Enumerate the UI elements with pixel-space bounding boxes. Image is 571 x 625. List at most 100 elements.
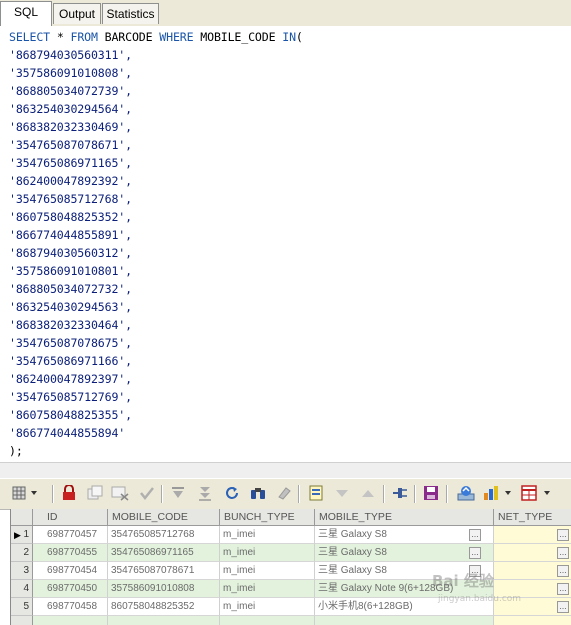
row-indicator[interactable]: ▶ 1 — [11, 526, 33, 544]
copy-icon[interactable] — [85, 483, 105, 503]
move-last-icon[interactable] — [195, 483, 215, 503]
table-cell-mobile-code[interactable] — [108, 616, 220, 625]
cell-ellipsis-button[interactable]: … — [557, 547, 569, 559]
grid-toolbar — [0, 478, 571, 510]
table-cell-bunch-type[interactable]: m_imei — [220, 526, 315, 544]
sql-value-line: '354765086971166', — [9, 354, 132, 368]
sql-table-name: BARCODE — [97, 30, 160, 44]
find-icon[interactable] — [248, 483, 268, 503]
sql-value-line: '357586091010801', — [9, 264, 132, 278]
column-header-bunch-type[interactable]: BUNCH_TYPE — [220, 509, 315, 526]
cell-ellipsis-button[interactable]: … — [557, 565, 569, 577]
sql-open-paren: ( — [295, 30, 303, 44]
sql-value-line: '354765087078671', — [9, 138, 132, 152]
table-cell-bunch-type[interactable] — [220, 616, 315, 625]
column-header-mobile-type[interactable]: MOBILE_TYPE — [315, 509, 494, 526]
table-cell-mobile-code[interactable]: 860758048825352 — [108, 598, 220, 616]
sql-value-line: '860758048825352', — [9, 210, 132, 224]
chart-icon[interactable] — [481, 483, 515, 503]
cell-ellipsis-button[interactable]: … — [557, 529, 569, 541]
sql-star: * — [49, 30, 71, 44]
row-number: 4 — [23, 583, 29, 594]
pane-splitter[interactable] — [0, 462, 571, 479]
table-cell-net-type[interactable] — [494, 616, 571, 625]
toolbar-separator — [446, 485, 448, 503]
sql-value-line: '860758048825355', — [9, 408, 132, 422]
filter-up-icon[interactable] — [358, 483, 378, 503]
grid-options-icon[interactable] — [10, 483, 40, 503]
row-indicator[interactable]: 5 — [11, 598, 33, 616]
table-cell-id[interactable]: 698770455 — [33, 544, 108, 562]
sql-value-line: '868805034072739', — [9, 84, 132, 98]
watermark-url: jingyan.baidu.com — [438, 594, 522, 604]
table-cell-bunch-type[interactable]: m_imei — [220, 544, 315, 562]
table-cell-bunch-type[interactable]: m_imei — [220, 580, 315, 598]
sql-value-line: '866774044855891', — [9, 228, 132, 242]
paste-icon[interactable] — [110, 483, 130, 503]
sql-value-line: '354765085712768', — [9, 192, 132, 206]
tab-output[interactable]: Output — [53, 3, 101, 24]
column-header-mobile-code[interactable]: MOBILE_CODE — [108, 509, 220, 526]
toolbar-separator — [298, 485, 300, 503]
column-header-net-type[interactable]: NET_TYPE — [494, 509, 571, 526]
row-indicator[interactable]: 2 — [11, 544, 33, 562]
table-cell-id[interactable]: 698770457 — [33, 526, 108, 544]
export-icon[interactable] — [306, 483, 326, 503]
lock-icon[interactable] — [59, 483, 79, 503]
table-cell-mobile-type[interactable] — [315, 616, 494, 625]
table-cell-mobile-type[interactable]: 三星 Galaxy S8 — [315, 544, 494, 562]
filter-down-icon[interactable] — [332, 483, 352, 503]
toolbar-separator — [383, 485, 385, 503]
sql-editor[interactable]: SELECT * FROM BARCODE WHERE MOBILE_CODE … — [0, 26, 571, 463]
table-cell-bunch-type[interactable]: m_imei — [220, 562, 315, 580]
move-down-icon[interactable] — [168, 483, 188, 503]
refresh-icon[interactable] — [222, 483, 242, 503]
table-cell-bunch-type[interactable]: m_imei — [220, 598, 315, 616]
cell-ellipsis-button[interactable]: … — [557, 601, 569, 613]
result-tabs: SQL Output Statistics — [0, 0, 571, 27]
row-indicator[interactable] — [11, 616, 33, 625]
row-indicator[interactable]: 3 — [11, 562, 33, 580]
table-cell-mobile-code[interactable]: 357586091010808 — [108, 580, 220, 598]
check-icon[interactable] — [137, 483, 157, 503]
sql-header-line: SELECT * FROM BARCODE WHERE MOBILE_CODE … — [9, 28, 303, 46]
link-icon[interactable] — [390, 483, 410, 503]
grid-corner[interactable] — [11, 509, 33, 526]
sql-value-line: '863254030294564', — [9, 102, 132, 116]
table-cell-id[interactable]: 698770458 — [33, 598, 108, 616]
table-cell-mobile-code[interactable]: 354765087078671 — [108, 562, 220, 580]
sql-keyword-in: IN — [282, 30, 296, 44]
sql-keyword-where: WHERE — [159, 30, 194, 44]
cell-ellipsis-button[interactable]: … — [469, 547, 481, 559]
sql-keyword-select: SELECT — [9, 30, 50, 44]
sql-value-line: '868382032330469', — [9, 120, 132, 134]
table-icon[interactable] — [520, 483, 554, 503]
sql-value-line: '868382032330464', — [9, 318, 132, 332]
row-indicator[interactable]: 4 — [11, 580, 33, 598]
clear-icon[interactable] — [274, 483, 294, 503]
row-number: 2 — [23, 547, 29, 558]
save-icon[interactable] — [421, 483, 441, 503]
toolbar-separator — [414, 485, 416, 503]
column-header-id[interactable]: ID — [33, 509, 108, 526]
table-cell-id[interactable] — [33, 616, 108, 625]
table-cell-id[interactable]: 698770450 — [33, 580, 108, 598]
cell-ellipsis-button[interactable]: … — [469, 529, 481, 541]
upload-icon[interactable] — [456, 483, 476, 503]
row-number: 3 — [23, 565, 29, 576]
tab-sql[interactable]: SQL — [0, 1, 52, 26]
sql-value-line: '868794030560311', — [9, 48, 132, 62]
table-cell-mobile-type[interactable]: 三星 Galaxy S8 — [315, 526, 494, 544]
tab-statistics[interactable]: Statistics — [102, 3, 159, 24]
cell-ellipsis-button[interactable]: … — [557, 583, 569, 595]
watermark-logo: Bai 经验 — [432, 572, 494, 590]
table-cell-mobile-code[interactable]: 354765086971165 — [108, 544, 220, 562]
table-cell-id[interactable]: 698770454 — [33, 562, 108, 580]
table-cell-mobile-code[interactable]: 354765085712768 — [108, 526, 220, 544]
sql-column-name: MOBILE_CODE — [193, 30, 283, 44]
sql-value-line: '354765085712769', — [9, 390, 132, 404]
row-number: 1 — [23, 529, 29, 540]
sql-value-line: '863254030294563', — [9, 300, 132, 314]
sql-keyword-from: FROM — [70, 30, 98, 44]
sql-value-line: '862400047892397', — [9, 372, 132, 386]
